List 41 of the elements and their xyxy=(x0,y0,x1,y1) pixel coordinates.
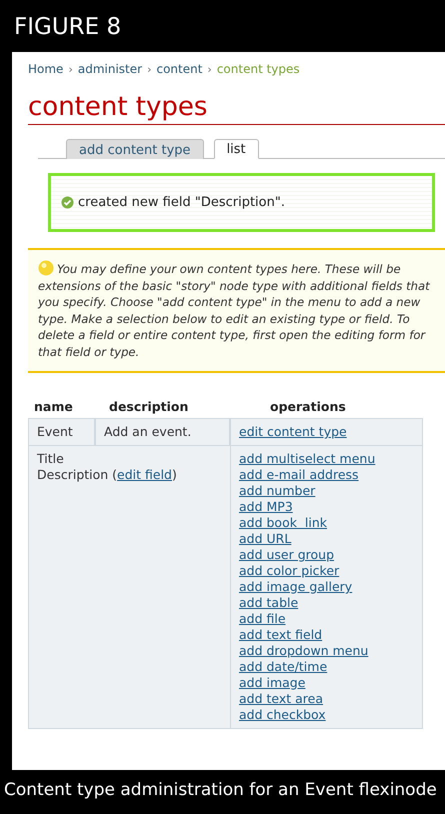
operation-link[interactable]: add date/time xyxy=(239,659,414,675)
status-text: created new field "Description". xyxy=(78,195,285,210)
operation-link[interactable]: add file xyxy=(239,611,414,627)
field-entry: Description (edit field) xyxy=(37,467,178,483)
table-cell: Event xyxy=(28,418,95,446)
breadcrumb-separator: › xyxy=(147,63,152,76)
operation-link[interactable]: add image xyxy=(239,675,414,691)
check-icon xyxy=(61,196,74,209)
figure-caption: Content type administration for an Event flexinode xyxy=(3,779,438,802)
page-title: content types xyxy=(28,92,445,125)
column-header: description xyxy=(108,398,190,416)
breadcrumb-separator: › xyxy=(68,63,73,76)
operation-link[interactable]: add book link xyxy=(239,515,414,531)
operation-link[interactable]: add checkbox xyxy=(239,707,414,723)
operation-link[interactable]: add text area xyxy=(239,691,414,707)
breadcrumb-link[interactable]: Home xyxy=(28,62,64,76)
figure-label: FIGURE 8 xyxy=(13,13,122,42)
operation-link[interactable]: add URL xyxy=(239,531,414,547)
column-header: name xyxy=(33,398,74,416)
column-header: operations xyxy=(269,398,347,416)
breadcrumb-separator: › xyxy=(207,63,212,76)
operation-link[interactable]: add table xyxy=(239,595,414,611)
breadcrumb-link[interactable]: administer xyxy=(78,62,142,76)
help-text: You may define your own content types here. These will be extensions of the basic "story" node type with additional fields that you specify. Choose "add content type" in the menu to add a new type. Make a selection below to edit an existing type or field. To delete a field or entire content type, first open the editing form for that field or type. xyxy=(38,260,431,360)
breadcrumb-link[interactable]: content xyxy=(156,62,202,76)
tab[interactable]: add content type xyxy=(66,139,204,159)
operation-link[interactable]: add MP3 xyxy=(239,499,414,515)
operation-link[interactable]: add dropdown menu xyxy=(239,643,414,659)
edit-field-link[interactable]: edit field xyxy=(117,467,172,482)
operation-link[interactable]: add color picker xyxy=(239,563,414,579)
operation-link[interactable]: add image gallery xyxy=(239,579,414,595)
operation-link[interactable]: add text field xyxy=(239,627,414,643)
table-cell: Add an event. xyxy=(95,418,230,446)
field-entry: Title xyxy=(37,451,65,467)
operation-link[interactable]: add number xyxy=(239,483,414,499)
operation-link[interactable]: add multiselect menu xyxy=(239,451,414,467)
operation-link[interactable]: edit content type xyxy=(239,424,414,440)
tab[interactable]: list xyxy=(214,139,259,159)
operation-link[interactable]: add e-mail address xyxy=(239,467,414,483)
info-icon xyxy=(38,260,54,276)
operation-link[interactable]: add user group xyxy=(239,547,414,563)
